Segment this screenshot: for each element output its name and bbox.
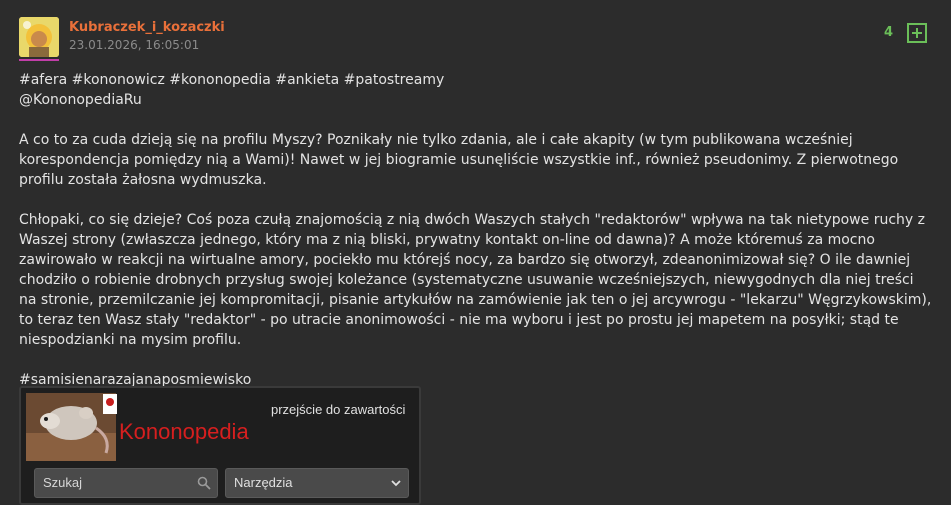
embedded-screenshot[interactable]: Kononopedia przejście do zawartości Szuk… — [19, 386, 421, 505]
post-paragraph-2: Chłopaki, co się dzieje? Coś poza czułą … — [19, 212, 932, 348]
vote-count: 4 — [884, 25, 894, 40]
post-timestamp: 23.01.2026, 16:05:01 — [69, 38, 200, 52]
tools-dropdown-label: Narzędzia — [234, 475, 293, 490]
chevron-down-icon — [391, 480, 401, 487]
post-tags[interactable]: #afera #kononowicz #kononopedia #ankieta… — [19, 72, 444, 88]
avatar-underline — [19, 59, 59, 61]
flag-icon — [103, 394, 117, 414]
post-content: #afera #kononowicz #kononopedia #ankieta… — [19, 70, 934, 410]
tools-dropdown[interactable]: Narzędzia — [225, 468, 409, 498]
search-icon — [197, 476, 211, 490]
search-placeholder: Szukaj — [43, 475, 83, 490]
avatar-image — [19, 17, 59, 57]
author-name-link[interactable]: Kubraczek_i_kozaczki — [69, 20, 225, 35]
author-avatar[interactable] — [19, 17, 59, 57]
post-mention[interactable]: @KononopediaRu — [19, 92, 142, 108]
plus-square-icon — [907, 23, 927, 43]
upvote-button[interactable] — [907, 23, 927, 43]
site-search-input[interactable]: Szukaj — [34, 468, 218, 498]
skip-to-content-link[interactable]: przejście do zawartości — [271, 402, 405, 417]
site-title: Kononopedia — [119, 419, 249, 444]
post-paragraph-1: A co to za cuda dzieją się na profilu My… — [19, 132, 899, 188]
